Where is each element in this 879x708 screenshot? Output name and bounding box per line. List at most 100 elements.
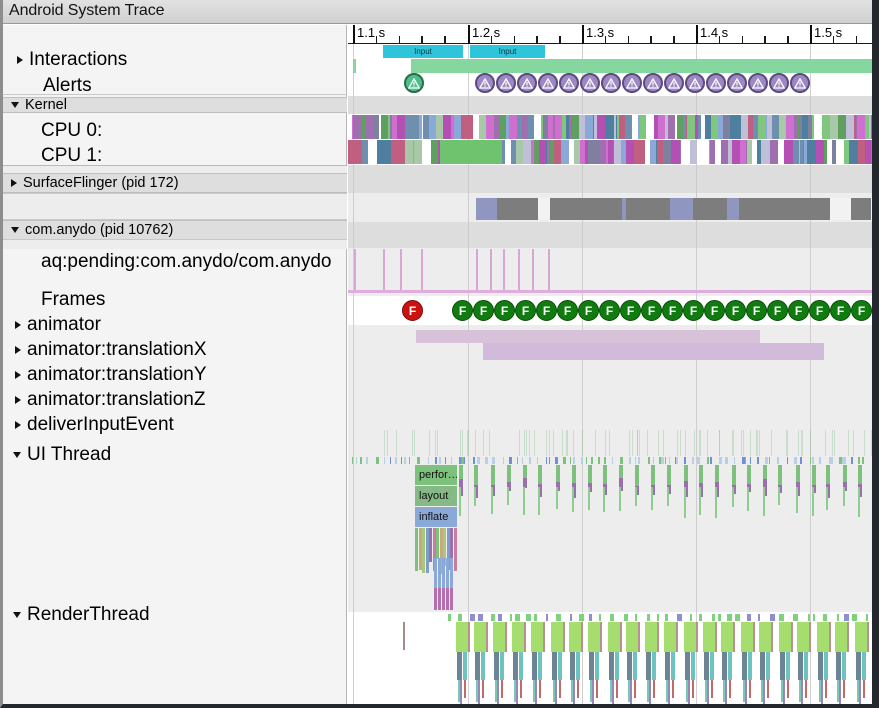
- track-label-row-animator-tz[interactable]: animator:translationZ: [3, 387, 347, 412]
- frame-marker-good[interactable]: F: [809, 300, 830, 321]
- alert-marker[interactable]: [748, 73, 768, 93]
- frame-marker-good[interactable]: F: [704, 300, 725, 321]
- alert-marker[interactable]: [559, 73, 579, 93]
- frame-marker-good[interactable]: F: [452, 300, 473, 321]
- uithread-hairline: [570, 457, 571, 464]
- chevron-right-icon[interactable]: [15, 370, 21, 379]
- renderthread-draw-slice: [505, 622, 507, 652]
- frame-marker-good[interactable]: F: [494, 300, 515, 321]
- track-label-row-frames[interactable]: Frames: [3, 287, 347, 312]
- track-label-row-aqpending[interactable]: aq:pending:com.anydo/com.anydo: [3, 249, 347, 274]
- uithread-frame-slice: [523, 487, 525, 515]
- renderthread-flush-slice: [653, 680, 655, 698]
- alert-marker[interactable]: [601, 73, 621, 93]
- label-separator: [3, 94, 347, 95]
- uithread-slice[interactable]: layout: [415, 486, 457, 506]
- track-label-row-cpu0[interactable]: CPU 0:: [3, 118, 347, 143]
- track-label-row-animator-tx[interactable]: animator:translationX: [3, 337, 347, 362]
- warning-triangle-icon: [773, 77, 785, 89]
- track-label-pane[interactable]: Interactions Alerts Kernel CPU 0: CPU 1: Surf…: [3, 25, 347, 704]
- alert-marker[interactable]: [643, 73, 663, 93]
- frame-marker-good[interactable]: F: [767, 300, 788, 321]
- track-label-row-renderthread[interactable]: RenderThread: [3, 602, 347, 627]
- interaction-async-slice[interactable]: [411, 59, 872, 73]
- frame-marker-good[interactable]: F: [473, 300, 494, 321]
- renderthread-draw-slice: [638, 622, 640, 652]
- chevron-right-icon[interactable]: [15, 395, 21, 404]
- renderthread-draw-slice: [753, 622, 755, 652]
- chevron-down-icon[interactable]: [11, 102, 19, 108]
- frame-marker-good[interactable]: F: [536, 300, 557, 321]
- renderthread-draw-slice: [563, 622, 565, 652]
- alert-marker[interactable]: [580, 73, 600, 93]
- interaction-input-slice[interactable]: Input: [470, 45, 545, 58]
- timeline-canvas-pane[interactable]: 1.1 s 1.2 s 1.3 s 1.4 s 1.5 s Input Input F F F F…: [348, 25, 872, 704]
- track-label-row-deliverinputevent[interactable]: deliverInputEvent: [3, 412, 347, 437]
- alert-marker[interactable]: [517, 73, 537, 93]
- frame-marker-good[interactable]: F: [683, 300, 704, 321]
- chevron-down-icon[interactable]: [13, 611, 21, 618]
- uithread-frame-slice: [459, 465, 463, 479]
- chevron-right-icon[interactable]: [15, 320, 21, 329]
- renderthread-queue-slice: [725, 680, 727, 704]
- frame-marker-good[interactable]: F: [620, 300, 641, 321]
- renderthread-draw-slice: [809, 622, 811, 652]
- uithread-frame-slice: [747, 465, 751, 484]
- track-label-row-animator-ty[interactable]: animator:translationY: [3, 362, 347, 387]
- frame-marker-good[interactable]: F: [578, 300, 599, 321]
- track-group-header-surfaceflinger[interactable]: SurfaceFlinger (pid 172): [3, 173, 347, 193]
- alert-marker-primary[interactable]: [404, 73, 424, 93]
- renderthread-hairline: [699, 614, 702, 621]
- renderthread-hairline: [852, 614, 857, 621]
- alert-marker[interactable]: [475, 73, 495, 93]
- frame-marker-good[interactable]: F: [599, 300, 620, 321]
- track-label-row-uithread[interactable]: UI Thread: [3, 442, 347, 467]
- chevron-right-icon[interactable]: [11, 179, 17, 187]
- chevron-right-icon[interactable]: [15, 420, 21, 429]
- alert-marker[interactable]: [769, 73, 789, 93]
- interaction-marker[interactable]: [353, 59, 356, 73]
- alert-marker[interactable]: [622, 73, 642, 93]
- alert-marker[interactable]: [790, 73, 810, 93]
- frame-marker-good[interactable]: F: [830, 300, 851, 321]
- animator-slice[interactable]: [483, 343, 824, 360]
- uithread-slice[interactable]: perfor…: [415, 465, 457, 485]
- frame-marker-good[interactable]: F: [746, 300, 767, 321]
- alert-marker[interactable]: [664, 73, 684, 93]
- renderthread-sync-slice: [513, 652, 518, 680]
- uithread-slice[interactable]: inflate: [415, 507, 457, 527]
- alert-marker[interactable]: [538, 73, 558, 93]
- chevron-down-icon[interactable]: [13, 451, 21, 458]
- deliver-input-tick: [787, 430, 788, 456]
- renderthread-flush-slice: [825, 680, 827, 698]
- track-group-header-comanydo[interactable]: com.anydo (pid 10762): [3, 220, 347, 240]
- frame-marker-good[interactable]: F: [662, 300, 683, 321]
- alert-marker[interactable]: [685, 73, 705, 93]
- track-label: CPU 0:: [41, 119, 103, 141]
- frame-marker-good[interactable]: F: [557, 300, 578, 321]
- frame-marker-janky[interactable]: F: [402, 300, 423, 321]
- track-label-row-animator[interactable]: animator: [3, 312, 347, 337]
- deliver-input-tick: [632, 430, 633, 456]
- renderthread-sync-slice: [780, 652, 785, 680]
- chevron-down-icon[interactable]: [11, 227, 19, 233]
- chevron-right-icon[interactable]: [15, 345, 21, 354]
- track-group-label: Kernel: [25, 97, 67, 113]
- track-group-header-kernel[interactable]: Kernel: [3, 97, 347, 113]
- band-gap-1: [348, 165, 872, 175]
- warning-triangle-icon: [668, 77, 680, 89]
- renderthread-flush-slice: [634, 680, 636, 698]
- interaction-input-slice[interactable]: Input: [383, 45, 463, 58]
- frame-marker-good[interactable]: F: [851, 300, 872, 321]
- alert-marker[interactable]: [727, 73, 747, 93]
- alert-marker[interactable]: [706, 73, 726, 93]
- chevron-right-icon[interactable]: [17, 55, 23, 64]
- time-ruler[interactable]: 1.1 s 1.2 s 1.3 s 1.4 s 1.5 s: [348, 25, 872, 44]
- frame-marker-good[interactable]: F: [641, 300, 662, 321]
- alert-marker[interactable]: [496, 73, 516, 93]
- frame-marker-good[interactable]: F: [725, 300, 746, 321]
- frame-marker-good[interactable]: F: [515, 300, 536, 321]
- animator-slice[interactable]: [416, 330, 760, 343]
- frame-marker-good[interactable]: F: [788, 300, 809, 321]
- track-label-row-interactions[interactable]: Interactions: [3, 47, 347, 72]
